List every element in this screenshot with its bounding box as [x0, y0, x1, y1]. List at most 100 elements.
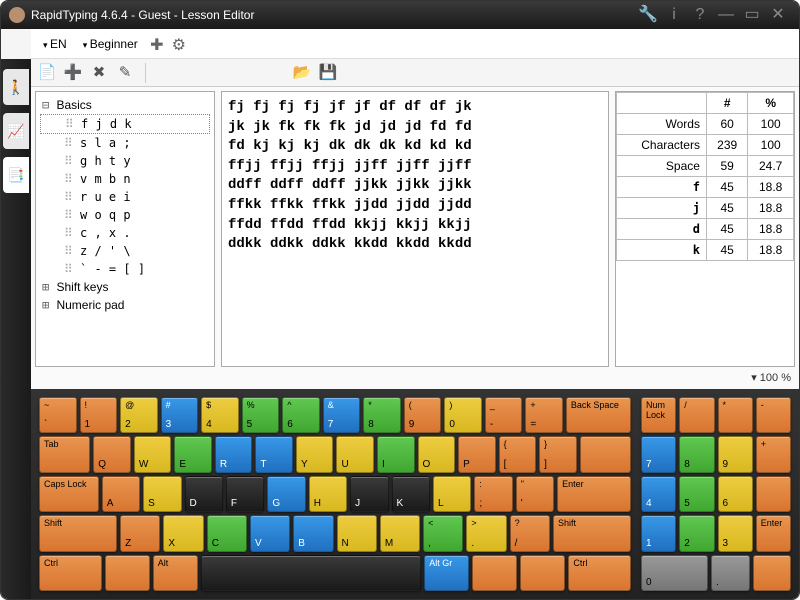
key[interactable]: &7: [323, 397, 361, 433]
key[interactable]: 2: [679, 515, 714, 551]
key[interactable]: F: [226, 476, 264, 512]
key[interactable]: {[: [499, 436, 537, 472]
key[interactable]: 5: [679, 476, 714, 512]
key[interactable]: [105, 555, 150, 591]
key[interactable]: 1: [641, 515, 676, 551]
key[interactable]: A: [102, 476, 140, 512]
new-file-icon[interactable]: 📄: [37, 63, 57, 83]
key[interactable]: [201, 555, 421, 591]
key[interactable]: @2: [120, 397, 158, 433]
key[interactable]: Back Space: [566, 397, 631, 433]
key[interactable]: Tab: [39, 436, 90, 472]
open-folder-icon[interactable]: 📂: [292, 63, 312, 83]
key[interactable]: Ctrl: [39, 555, 102, 591]
help-icon[interactable]: ?: [690, 5, 710, 25]
key[interactable]: X: [163, 515, 203, 551]
lesson-item[interactable]: z / ' \: [40, 242, 210, 260]
key[interactable]: (9: [404, 397, 442, 433]
key[interactable]: U: [336, 436, 374, 472]
lesson-item[interactable]: w o q p: [40, 206, 210, 224]
language-dropdown[interactable]: EN: [37, 34, 73, 54]
side-tab-stats[interactable]: 📈: [3, 113, 29, 149]
key[interactable]: K: [392, 476, 430, 512]
key[interactable]: ~`: [39, 397, 77, 433]
add-icon[interactable]: ✚: [148, 35, 166, 53]
key[interactable]: "': [516, 476, 554, 512]
key[interactable]: Enter: [557, 476, 631, 512]
key[interactable]: [580, 436, 631, 472]
key[interactable]: $4: [201, 397, 239, 433]
lesson-item[interactable]: r u e i: [40, 188, 210, 206]
key[interactable]: -: [756, 397, 791, 433]
key[interactable]: W: [134, 436, 172, 472]
key[interactable]: S: [143, 476, 181, 512]
key[interactable]: 8: [679, 436, 714, 472]
lesson-item[interactable]: ` - = [ ]: [40, 260, 210, 278]
lesson-item[interactable]: c , x .: [40, 224, 210, 242]
key[interactable]: P: [458, 436, 496, 472]
key[interactable]: >.: [466, 515, 506, 551]
key[interactable]: [756, 476, 791, 512]
key[interactable]: ^6: [282, 397, 320, 433]
key[interactable]: Shift: [39, 515, 117, 551]
side-tab-editor[interactable]: 📑: [3, 157, 29, 193]
key[interactable]: E: [174, 436, 212, 472]
key[interactable]: M: [380, 515, 420, 551]
key[interactable]: V: [250, 515, 290, 551]
maximize-icon[interactable]: ▭: [742, 5, 762, 25]
key[interactable]: Y: [296, 436, 334, 472]
key[interactable]: [753, 555, 792, 591]
key[interactable]: 6: [718, 476, 753, 512]
key[interactable]: %5: [242, 397, 280, 433]
key[interactable]: ?/: [510, 515, 550, 551]
key[interactable]: 9: [718, 436, 753, 472]
close-icon[interactable]: ✕: [768, 5, 788, 25]
add-lesson-icon[interactable]: ➕: [63, 63, 83, 83]
key[interactable]: /: [679, 397, 714, 433]
key[interactable]: 3: [718, 515, 753, 551]
key[interactable]: +: [756, 436, 791, 472]
key[interactable]: 4: [641, 476, 676, 512]
key[interactable]: +=: [525, 397, 563, 433]
key[interactable]: !1: [80, 397, 118, 433]
key[interactable]: T: [255, 436, 293, 472]
key[interactable]: }]: [539, 436, 577, 472]
key[interactable]: I: [377, 436, 415, 472]
key[interactable]: :;: [474, 476, 512, 512]
key[interactable]: H: [309, 476, 347, 512]
key[interactable]: C: [207, 515, 247, 551]
key[interactable]: _-: [485, 397, 523, 433]
key[interactable]: D: [185, 476, 223, 512]
key[interactable]: *8: [363, 397, 401, 433]
lesson-item[interactable]: g h t y: [40, 152, 210, 170]
key[interactable]: Q: [93, 436, 131, 472]
key[interactable]: .: [711, 555, 750, 591]
key[interactable]: Num Lock: [641, 397, 676, 433]
key[interactable]: 0: [641, 555, 708, 591]
key[interactable]: Shift: [553, 515, 631, 551]
key[interactable]: O: [418, 436, 456, 472]
wrench-icon[interactable]: 🔧: [638, 5, 658, 25]
key[interactable]: Z: [120, 515, 160, 551]
key[interactable]: G: [267, 476, 305, 512]
key[interactable]: 7: [641, 436, 676, 472]
key[interactable]: L: [433, 476, 471, 512]
info-icon[interactable]: i: [664, 5, 684, 25]
zoom-indicator[interactable]: ▾ 100 %: [31, 371, 799, 389]
key[interactable]: B: [293, 515, 333, 551]
edit-icon[interactable]: ✎: [115, 63, 135, 83]
lesson-text[interactable]: fj fj fj fj jf jf df df df jk jk jk fk f…: [222, 92, 608, 366]
lesson-tree[interactable]: Basics f j d ks l a ;g h t yv m b nr u e…: [35, 91, 215, 367]
gear-icon[interactable]: ⚙: [170, 35, 188, 53]
key[interactable]: J: [350, 476, 388, 512]
key[interactable]: [472, 555, 517, 591]
folder-basics[interactable]: Basics: [40, 96, 210, 114]
save-icon[interactable]: 💾: [318, 63, 338, 83]
key[interactable]: Alt Gr: [424, 555, 469, 591]
delete-icon[interactable]: ✖: [89, 63, 109, 83]
key[interactable]: R: [215, 436, 253, 472]
key[interactable]: [520, 555, 565, 591]
lesson-item[interactable]: s l a ;: [40, 134, 210, 152]
key[interactable]: #3: [161, 397, 199, 433]
key[interactable]: Enter: [756, 515, 791, 551]
